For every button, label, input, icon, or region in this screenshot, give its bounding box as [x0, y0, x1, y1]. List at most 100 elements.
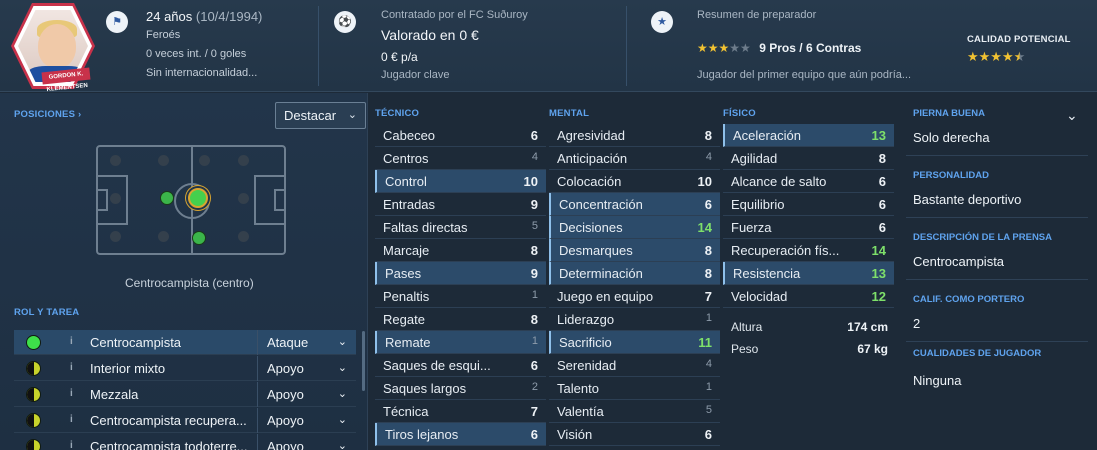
attribute-row[interactable]: Juego en equipo 7 — [549, 285, 720, 308]
preferred-foot-label: PIERNA BUENA — [913, 108, 985, 119]
height-value: 174 cm — [847, 320, 888, 334]
attribute-row[interactable]: Colocación 10 — [549, 170, 720, 193]
roles-scrollbar[interactable] — [362, 331, 365, 391]
chevron-down-icon: ⌄ — [347, 109, 357, 121]
attribute-value: 1 — [531, 289, 538, 301]
attribute-row[interactable]: Anticipación 4 — [549, 147, 720, 170]
attribute-row[interactable]: Serenidad 4 — [549, 354, 720, 377]
attribute-name: Saques de esqui... — [383, 358, 491, 373]
attribute-row[interactable]: Recuperación fís... 14 — [723, 239, 894, 262]
duty-dropdown[interactable]: Ataque ⌄ — [257, 330, 357, 355]
attribute-row[interactable]: Remate 1 — [375, 331, 546, 354]
duty-dropdown[interactable]: Apoyo ⌄ — [257, 356, 357, 381]
attribute-row[interactable]: Cabeceo 6 — [375, 124, 546, 147]
attribute-row[interactable]: Decisiones 14 — [549, 216, 720, 239]
attribute-row[interactable]: Faltas directas 5 — [375, 216, 546, 239]
attribute-row[interactable]: Penaltis 1 — [375, 285, 546, 308]
info-icon[interactable]: i — [70, 388, 73, 399]
personality: Bastante deportivo — [913, 192, 1022, 207]
chevron-down-icon: ⌄ — [337, 336, 347, 348]
attribute-row[interactable]: Control 10 — [375, 170, 546, 193]
info-icon[interactable]: i — [70, 440, 73, 450]
attribute-name: Sacrificio — [559, 335, 612, 350]
attribute-value: 6 — [704, 197, 712, 212]
attribute-value: 1 — [531, 335, 538, 347]
positions-header[interactable]: POSICIONES › — [14, 109, 81, 120]
highlight-dropdown[interactable]: Destacar ⌄ — [275, 102, 366, 129]
collapse-chevron-icon[interactable]: ⌄ — [1066, 107, 1078, 124]
duty-dropdown[interactable]: Apoyo ⌄ — [257, 434, 357, 450]
player-value[interactable]: Valorado en 0 € — [381, 27, 479, 43]
attribute-name: Fuerza — [731, 220, 772, 235]
attribute-value: 4 — [705, 358, 712, 370]
attribute-row[interactable]: Determinación 8 — [549, 262, 720, 285]
attribute-row[interactable]: Agilidad 8 — [723, 147, 894, 170]
duty-dropdown[interactable]: Apoyo ⌄ — [257, 382, 357, 407]
attribute-value: 14 — [697, 220, 712, 235]
role-row[interactable]: i Centrocampista recupera... Apoyo ⌄ — [14, 408, 356, 433]
attribute-row[interactable]: Tiros lejanos 6 — [375, 423, 546, 446]
attribute-row[interactable]: Visión 6 — [549, 423, 720, 446]
role-suitability-icon — [26, 335, 41, 350]
attribute-row[interactable]: Equilibrio 6 — [723, 193, 894, 216]
attribute-row[interactable]: Aceleración 13 — [723, 124, 894, 147]
attribute-name: Tiros lejanos — [385, 427, 459, 442]
scout-title[interactable]: Resumen de preparador — [697, 9, 816, 21]
attribute-row[interactable]: Pases 9 — [375, 262, 546, 285]
attribute-row[interactable]: Desmarques 8 — [549, 239, 720, 262]
attribute-row[interactable]: Fuerza 6 — [723, 216, 894, 239]
attribute-row[interactable]: Marcaje 8 — [375, 239, 546, 262]
media-description-label: DESCRIPCIÓN DE LA PRENSA — [913, 232, 1052, 243]
info-icon[interactable]: i — [70, 362, 73, 373]
attribute-value: 12 — [871, 289, 886, 304]
duty-dropdown[interactable]: Apoyo ⌄ — [257, 408, 357, 433]
attribute-row[interactable]: Entradas 9 — [375, 193, 546, 216]
attribute-row[interactable]: Resistencia 13 — [723, 262, 894, 285]
player-traits: Ninguna — [913, 373, 962, 388]
attribute-row[interactable]: Sacrificio 11 — [549, 331, 720, 354]
info-icon[interactable]: i — [70, 414, 73, 425]
attribute-name: Agresividad — [557, 128, 625, 143]
attribute-row[interactable]: Centros 4 — [375, 147, 546, 170]
attribute-value: 1 — [705, 381, 712, 393]
attribute-value: 8 — [704, 128, 712, 143]
role-duty-header: ROL Y TAREA — [14, 307, 80, 318]
attribute-name: Penaltis — [383, 289, 430, 304]
attribute-row[interactable]: Regate 8 — [375, 308, 546, 331]
role-suitability-icon — [26, 387, 41, 402]
role-row[interactable]: i Mezzala Apoyo ⌄ — [14, 382, 356, 407]
technical-header: TÉCNICO — [375, 108, 420, 119]
attribute-name: Concentración — [559, 197, 643, 212]
info-icon[interactable]: i — [70, 336, 73, 347]
attribute-value: 6 — [878, 197, 886, 212]
international-caps: 0 veces int. / 0 goles — [146, 48, 247, 60]
attribute-value: 6 — [704, 427, 712, 442]
attribute-row[interactable]: Saques de esqui... 6 — [375, 354, 546, 377]
attribute-value: 4 — [531, 151, 538, 163]
attribute-row[interactable]: Liderazgo 1 — [549, 308, 720, 331]
player-age: 24 años (10/4/1994) — [146, 9, 263, 24]
attribute-row[interactable]: Velocidad 12 — [723, 285, 894, 308]
attribute-row[interactable]: Valentía 5 — [549, 400, 720, 423]
role-row[interactable]: i Centrocampista Ataque ⌄ — [14, 330, 356, 355]
contract-text: Contratado por el FC Suðuroy — [381, 9, 528, 21]
attribute-value: 6 — [878, 220, 886, 235]
flag-icon: ⚑ — [106, 11, 128, 33]
role-row[interactable]: i Interior mixto Apoyo ⌄ — [14, 356, 356, 381]
attribute-name: Desmarques — [559, 243, 633, 258]
media-description: Centrocampista — [913, 254, 1005, 269]
attribute-row[interactable]: Alcance de salto 6 — [723, 170, 894, 193]
attribute-value: 8 — [530, 243, 538, 258]
attribute-row[interactable]: Agresividad 8 — [549, 124, 720, 147]
attribute-value: 8 — [704, 243, 712, 258]
club-badge-icon: ⚽ — [334, 11, 356, 33]
attribute-row[interactable]: Concentración 6 — [549, 193, 720, 216]
attribute-row[interactable]: Saques largos 2 — [375, 377, 546, 400]
attribute-row[interactable]: Técnica 7 — [375, 400, 546, 423]
scout-rating: ★★★★★ 9 Pros / 6 Contras — [697, 41, 862, 55]
role-suitability-icon — [26, 439, 41, 450]
international-status: Sin internacionalidad... — [146, 67, 258, 79]
attribute-name: Equilibrio — [731, 197, 785, 212]
role-row[interactable]: i Centrocampista todoterre... Apoyo ⌄ — [14, 434, 356, 450]
attribute-row[interactable]: Talento 1 — [549, 377, 720, 400]
